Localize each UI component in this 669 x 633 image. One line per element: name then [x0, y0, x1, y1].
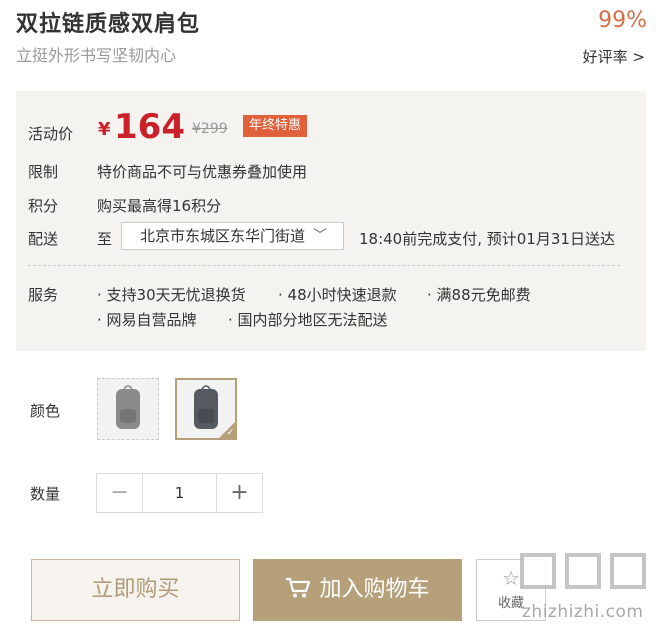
service-item: · 国内部分地区无法配送: [228, 311, 388, 329]
quantity-label: 数量: [30, 485, 61, 503]
watermark-logo: [610, 553, 646, 589]
promo-badge: 年终特惠: [243, 115, 308, 137]
price-current: 164: [114, 107, 185, 147]
watermark-logo: [520, 553, 556, 589]
add-to-cart-label: 加入购物车: [319, 577, 430, 602]
delivery-to: 至: [97, 230, 113, 248]
price-original: ¥299: [192, 121, 228, 137]
product-title: 双拉链质感双肩包: [16, 12, 201, 37]
region-value: 北京市东城区东华门街道: [140, 227, 306, 245]
increase-button[interactable]: +: [216, 474, 262, 512]
rating-link[interactable]: 好评率 >: [583, 46, 645, 67]
color-swatch-light-gray[interactable]: [97, 378, 159, 440]
service-label: 服务: [28, 286, 59, 304]
info-panel: 活动价 ¥ 164 ¥299 年终特惠 限制 特价商品不可与优惠券叠加使用 积分…: [16, 91, 646, 351]
price-label: 活动价: [28, 125, 74, 143]
buy-now-button[interactable]: 立即购买: [31, 559, 240, 621]
service-item: · 支持30天无忧退换货: [97, 286, 246, 304]
points-text: 购买最高得16积分: [97, 197, 222, 215]
delivery-note: 18:40前完成支付, 预计01月31日送达: [359, 230, 615, 248]
delivery-label: 配送: [28, 230, 59, 248]
check-icon: ✓: [226, 428, 234, 438]
quantity-value[interactable]: 1: [143, 474, 216, 512]
limit-text: 特价商品不可与优惠券叠加使用: [97, 163, 308, 181]
add-to-cart-button[interactable]: 加入购物车: [253, 559, 462, 621]
watermark-logo: [565, 553, 601, 589]
product-subtitle: 立挺外形书写坚韧内心: [16, 46, 177, 65]
decrease-button[interactable]: −: [97, 474, 143, 512]
color-label: 颜色: [30, 402, 61, 420]
price-currency: ¥: [98, 119, 111, 140]
points-label: 积分: [28, 197, 59, 215]
limit-label: 限制: [28, 163, 59, 181]
region-select[interactable]: 北京市东城区东华门街道 ﹀: [121, 222, 344, 250]
backpack-thumbnail: [116, 385, 140, 429]
service-item: · 满88元免邮费: [427, 286, 531, 304]
quantity-stepper: − 1 +: [96, 473, 263, 513]
watermark-text: zhizhizhi.com: [522, 602, 644, 622]
color-swatch-dark-gray[interactable]: ✓: [175, 378, 237, 440]
service-item: · 网易自营品牌: [97, 311, 197, 329]
rating-value: 99%: [598, 8, 647, 33]
chevron-down-icon: ﹀: [313, 228, 327, 244]
cart-icon: [286, 577, 311, 598]
service-item: · 48小时快速退款: [278, 286, 397, 304]
divider: [28, 265, 620, 266]
